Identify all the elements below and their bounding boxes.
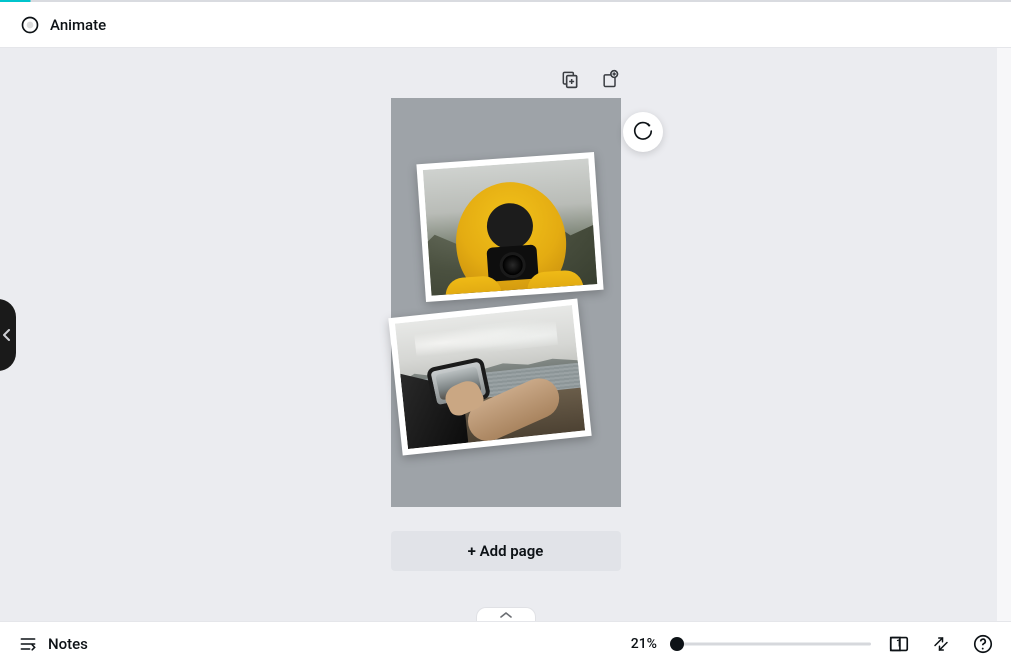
fullscreen-icon xyxy=(932,635,950,653)
add-page-icon xyxy=(600,69,620,89)
photo-1-image xyxy=(422,158,596,295)
footer-bar: Notes 21% 1 xyxy=(0,621,1011,665)
notes-icon xyxy=(18,634,38,654)
duplicate-icon xyxy=(560,69,580,89)
chevron-up-icon xyxy=(500,611,512,619)
canvas-area[interactable]: + Add page xyxy=(0,48,1011,621)
animate-icon xyxy=(20,15,40,35)
duplicate-page-button[interactable] xyxy=(559,68,581,90)
zoom-slider-track xyxy=(671,642,871,645)
page-wrap: + Add page xyxy=(391,66,621,571)
page-count-badge: 1 xyxy=(896,638,902,649)
photo-2-image xyxy=(394,305,584,449)
zoom-slider-thumb[interactable] xyxy=(670,637,684,651)
chevron-left-icon xyxy=(3,329,11,341)
app-root: Animate xyxy=(0,0,1011,665)
grid-view-button[interactable]: 1 xyxy=(885,630,913,658)
zoom-controls: 21% xyxy=(619,634,871,654)
design-page[interactable] xyxy=(391,98,621,507)
zoom-slider[interactable] xyxy=(671,634,871,654)
animate-label: Animate xyxy=(50,16,106,34)
animate-button[interactable]: Animate xyxy=(14,8,112,42)
help-icon xyxy=(972,633,994,655)
header-toolbar: Animate xyxy=(0,2,1011,48)
add-page-label: + Add page xyxy=(468,542,544,560)
zoom-percent-label[interactable]: 21% xyxy=(619,636,657,652)
add-page-button[interactable]: + Add page xyxy=(391,531,621,571)
add-page-above-button[interactable] xyxy=(599,68,621,90)
photo-frame-2[interactable] xyxy=(388,298,591,455)
vertical-scrollbar[interactable] xyxy=(997,48,1011,621)
help-button[interactable] xyxy=(969,630,997,658)
fullscreen-button[interactable] xyxy=(927,630,955,658)
notes-button[interactable]: Notes xyxy=(14,628,92,660)
notes-label: Notes xyxy=(48,635,88,653)
photo-frame-1[interactable] xyxy=(416,152,603,302)
sidebar-collapse-tab[interactable] xyxy=(0,299,16,371)
magic-fab-button[interactable] xyxy=(623,112,663,152)
bottom-collapse-tab[interactable] xyxy=(476,607,536,621)
page-tools xyxy=(391,66,621,92)
sparkle-refresh-icon xyxy=(632,121,654,143)
